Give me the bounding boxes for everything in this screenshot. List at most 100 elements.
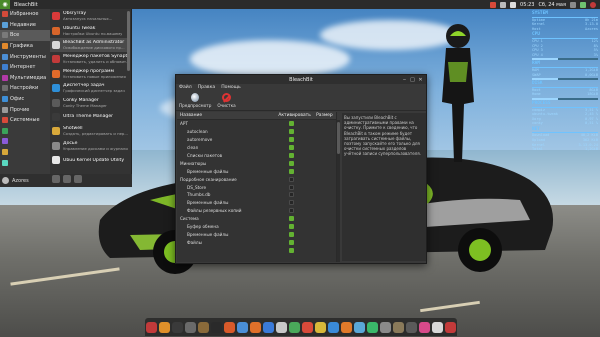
panel-clock[interactable]: 05:23	[520, 2, 534, 8]
tree-row-checkbox[interactable]	[289, 200, 294, 206]
camera-icon[interactable]	[406, 321, 417, 333]
image-viewer-icon[interactable]	[224, 321, 235, 333]
power-icon[interactable]	[445, 321, 456, 333]
tree-row[interactable]: Файлы резервных копий	[177, 207, 336, 215]
tree-row-checkbox[interactable]	[289, 231, 294, 237]
menu-app-item[interactable]: Диспетчер задач Графический диспетчер зад…	[50, 81, 128, 95]
tree-row[interactable]: Временные файлы	[177, 167, 336, 175]
archive-icon[interactable]	[198, 321, 209, 333]
maximize-icon[interactable]: □	[410, 77, 415, 83]
tree-row[interactable]: Миниатюры	[177, 159, 336, 167]
menu-category[interactable]: Графика	[0, 41, 50, 52]
column-header-active[interactable]: Активировать	[278, 113, 316, 118]
volume-icon[interactable]	[510, 1, 517, 8]
tree-row-checkbox[interactable]	[289, 121, 294, 127]
tree-row-checkbox[interactable]	[289, 239, 294, 245]
game-icon[interactable]	[419, 321, 430, 333]
menu-app-item[interactable]: Менеджер программ Установить новые прилож…	[50, 67, 128, 81]
settings-icon[interactable]	[185, 321, 196, 333]
user-icon[interactable]	[2, 177, 9, 184]
menu-category[interactable]: Мультимедиа	[0, 73, 50, 84]
window-titlebar[interactable]: BleachBit ‒ □ ✕	[176, 75, 426, 84]
gimp-icon[interactable]	[393, 321, 404, 333]
mail-icon[interactable]	[263, 321, 274, 333]
menu-edit[interactable]: Правка	[198, 85, 215, 90]
minimize-icon[interactable]: ‒	[402, 77, 407, 83]
tree-row-checkbox[interactable]	[289, 145, 294, 151]
files-icon[interactable]	[146, 321, 157, 333]
vlc-icon[interactable]	[341, 321, 352, 333]
menu-category[interactable]	[0, 126, 50, 137]
tree-row-checkbox[interactable]	[289, 153, 294, 158]
lock-icon[interactable]	[52, 175, 60, 183]
tree-row-checkbox[interactable]	[289, 129, 294, 135]
column-header-name[interactable]: Название	[177, 113, 278, 118]
terminal-icon[interactable]	[172, 321, 183, 333]
power-icon[interactable]	[590, 1, 596, 8]
menu-category[interactable]: Интернет	[0, 62, 50, 73]
menu-category[interactable]: Инструменты	[0, 51, 50, 62]
bleachbit-icon[interactable]	[432, 321, 443, 333]
battery-icon[interactable]	[580, 1, 586, 8]
menu-app-item[interactable]: BleachBit as Administrator Освобождение д…	[50, 37, 128, 53]
tree-row[interactable]: Система	[177, 215, 336, 223]
menu-category[interactable]: Избранное	[0, 9, 50, 20]
tree-row-checkbox[interactable]	[289, 168, 294, 174]
libreoffice-icon[interactable]	[289, 321, 300, 333]
tree-row[interactable]: APT	[177, 120, 336, 128]
menu-category[interactable]	[0, 157, 50, 168]
menu-username[interactable]: Azores	[12, 178, 29, 184]
tree-row[interactable]: clean	[177, 144, 336, 152]
menu-help[interactable]: Помощь	[221, 85, 241, 90]
firefox-icon[interactable]	[250, 321, 261, 333]
tree-row-checkbox[interactable]	[289, 247, 294, 253]
tree-row[interactable]: Подробное сканирование	[177, 175, 336, 183]
folder-icon[interactable]	[159, 321, 170, 333]
shutdown-icon[interactable]	[74, 175, 82, 183]
tree-row-checkbox[interactable]	[289, 224, 294, 230]
panel-window-title[interactable]: BleachBit	[14, 2, 38, 8]
tree-row[interactable]: Thumbs.db	[177, 191, 336, 199]
tree-row-checkbox[interactable]	[289, 184, 294, 190]
tree-row[interactable]: DS_Store	[177, 183, 336, 191]
menu-category[interactable]	[0, 147, 50, 158]
menu-category[interactable]: Офис	[0, 94, 50, 105]
tree-row-checkbox[interactable]	[289, 192, 294, 198]
tree-row[interactable]: Временные файлы	[177, 230, 336, 238]
tree-scrollbar[interactable]	[337, 120, 340, 262]
menu-app-item[interactable]: Shotwell Создать, редактировать и пер...	[50, 124, 128, 138]
menu-category[interactable]: Все	[0, 30, 50, 41]
preview-button[interactable]: Предпросмотр	[179, 93, 211, 108]
photo-icon[interactable]	[354, 321, 365, 333]
chat-icon[interactable]	[570, 1, 576, 8]
menu-app-item[interactable]: ObsryTray Автозапуск начальных...	[50, 9, 128, 23]
tree-row[interactable]: Буфер обмена	[177, 223, 336, 231]
menu-category[interactable]: Недавние	[0, 20, 50, 31]
text-editor-icon[interactable]	[276, 321, 287, 333]
column-header-size[interactable]: Размер	[316, 113, 336, 118]
trash-icon[interactable]	[380, 321, 391, 333]
logout-icon[interactable]	[63, 175, 71, 183]
tree-row-checkbox[interactable]	[289, 216, 294, 222]
menu-app-item[interactable]: Досье Управление досками и журналом...	[50, 139, 128, 153]
menu-category[interactable]	[0, 136, 50, 147]
menu-app-item[interactable]: Менеджер пакетов Synaptic Установить, уда…	[50, 52, 128, 66]
tree-row-checkbox[interactable]	[289, 176, 294, 182]
tree-row[interactable]: autoclean	[177, 128, 336, 136]
calendar-icon[interactable]	[302, 321, 313, 333]
shell-icon[interactable]	[211, 321, 222, 333]
tree-row[interactable]: Файлы	[177, 238, 336, 246]
menu-app-item[interactable]: Ubuntu Tweak Настройки Ubuntu по-вашему	[50, 23, 128, 37]
menu-scrollbar[interactable]	[127, 11, 130, 71]
menu-category[interactable]: Прочие	[0, 104, 50, 115]
tree-row[interactable]: autoremove	[177, 136, 336, 144]
clean-button[interactable]: Очистка	[217, 93, 236, 108]
network-icon[interactable]	[500, 1, 507, 8]
tree-row-checkbox[interactable]	[289, 160, 294, 166]
menu-category[interactable]: Настройки	[0, 83, 50, 94]
music-icon[interactable]	[315, 321, 326, 333]
tree-row-checkbox[interactable]	[289, 137, 294, 143]
video-icon[interactable]	[328, 321, 339, 333]
menu-app-item[interactable]: Ultra Theme Manager	[50, 110, 128, 124]
menu-file[interactable]: Файл	[179, 85, 192, 90]
